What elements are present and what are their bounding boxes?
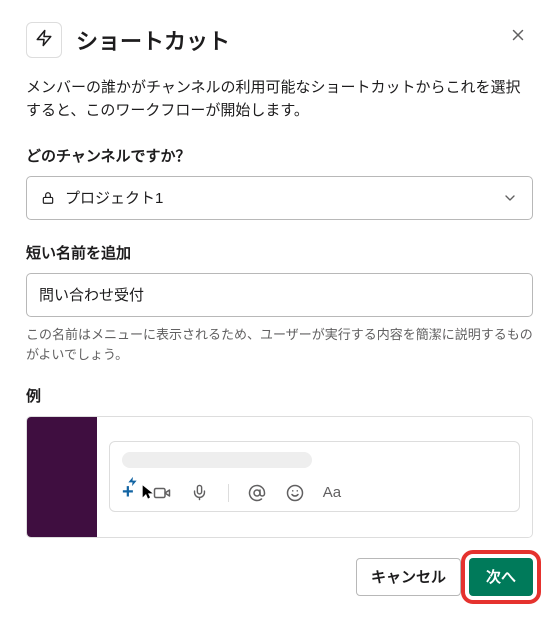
video-icon [152, 483, 172, 503]
microphone-icon [190, 483, 210, 503]
shortcut-icon-box [26, 22, 62, 58]
modal-description: メンバーの誰かがチャンネルの利用可能なショートカットからこれを選択すると、このワ… [26, 76, 533, 123]
chevron-down-icon [502, 190, 518, 206]
modal-header: ショートカット [26, 22, 533, 58]
example-sidebar [27, 417, 97, 537]
composer-plus-button: + [122, 482, 134, 503]
next-button[interactable]: 次へ [469, 558, 533, 596]
channel-select[interactable]: プロジェクト1 [26, 176, 533, 220]
name-input[interactable] [26, 273, 533, 317]
bolt-icon [35, 29, 53, 52]
name-help-text: この名前はメニューに表示されるため、ユーザーが実行する内容を簡潔に説明するものが… [26, 325, 533, 365]
toolbar-separator [228, 484, 229, 502]
composer-toolbar: + [122, 482, 507, 503]
lock-icon [41, 191, 55, 205]
example-label: 例 [26, 385, 533, 406]
mention-icon [247, 483, 267, 503]
example-composer: + [109, 441, 520, 512]
modal-title: ショートカット [76, 24, 230, 56]
close-button[interactable] [503, 22, 533, 52]
bolt-badge-icon [127, 474, 138, 492]
format-icon: Aa [323, 484, 341, 501]
channel-selected-value: プロジェクト1 [65, 187, 163, 208]
close-icon [509, 26, 527, 49]
shortcut-modal: ショートカット メンバーの誰かがチャンネルの利用可能なショートカットからこれを選… [0, 0, 559, 618]
example-preview: + [26, 416, 533, 538]
modal-footer: キャンセル 次へ [26, 558, 533, 596]
example-main: + [97, 417, 532, 537]
composer-text-placeholder [122, 452, 312, 468]
emoji-icon [285, 483, 305, 503]
cancel-button[interactable]: キャンセル [356, 558, 461, 596]
name-label: 短い名前を追加 [26, 242, 533, 263]
channel-label: どのチャンネルですか？ [26, 145, 533, 166]
